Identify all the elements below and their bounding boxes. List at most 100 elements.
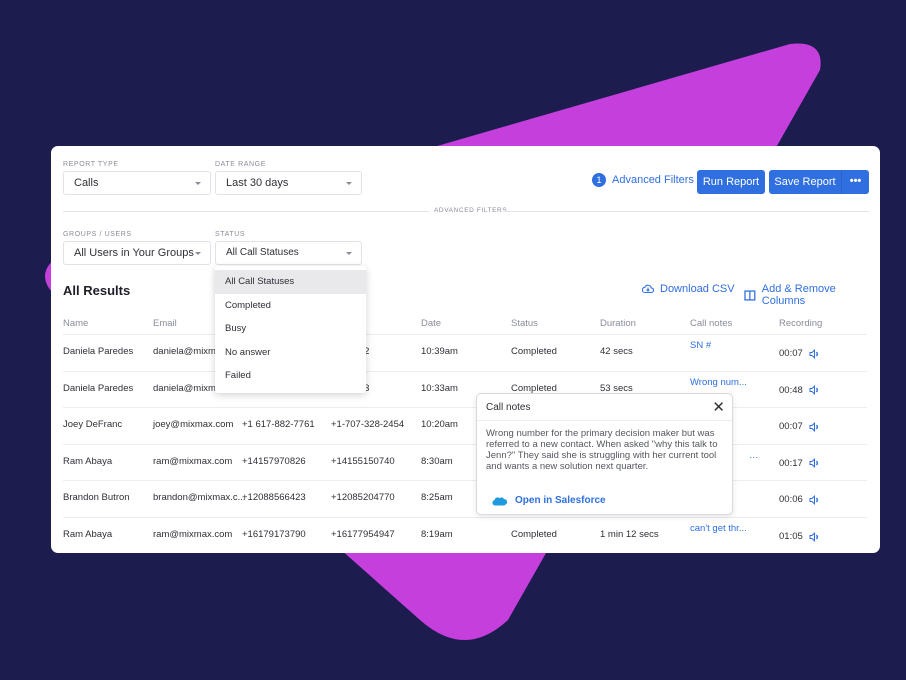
advanced-filters-toggle[interactable]: 1 Advanced Filters <box>592 173 694 187</box>
cell-from-number: +12088566423 <box>242 492 306 504</box>
status-label: STATUS <box>215 231 246 238</box>
call-notes-popup-title: Call notes <box>486 402 531 413</box>
recording-duration: 00:48 <box>779 384 803 396</box>
recording-duration: 00:07 <box>779 421 803 433</box>
column-header-duration[interactable]: Duration <box>600 318 636 329</box>
cell-name: Ram Abaya <box>63 455 113 467</box>
cell-duration: 1 min 12 secs <box>600 529 659 540</box>
cell-status: Completed <box>511 529 557 540</box>
cell-email: ram@mixmax.com <box>153 529 233 540</box>
cell-date: 10:39am <box>421 346 458 357</box>
cell-to-number: +16177954947 <box>331 529 395 540</box>
status-option-completed[interactable]: Completed <box>215 294 366 318</box>
cell-call-notes[interactable]: Wrong num... <box>690 377 747 388</box>
speaker-play-icon[interactable] <box>809 458 820 469</box>
download-csv-link[interactable]: Download CSV <box>642 283 735 295</box>
cell-email: ram@mixmax.com <box>153 455 233 467</box>
status-value: All Call Statuses <box>226 247 299 258</box>
report-type-value: Calls <box>74 177 99 189</box>
cell-date: 10:33am <box>421 382 458 394</box>
column-header-status[interactable]: Status <box>511 318 538 329</box>
advanced-filters-count-badge: 1 <box>592 173 606 187</box>
cell-status: Completed <box>511 346 557 357</box>
cell-recording: 00:48 <box>779 385 820 396</box>
recording-duration: 01:05 <box>779 531 803 542</box>
chevron-down-icon <box>195 252 201 255</box>
row-divider <box>63 334 867 335</box>
column-header-date[interactable]: Date <box>421 318 441 329</box>
call-notes-popup: Call notes ✕ Wrong number for the primar… <box>476 393 733 515</box>
speaker-play-icon[interactable] <box>809 531 820 542</box>
cell-call-notes[interactable]: SN # <box>690 340 711 351</box>
add-remove-columns-link[interactable]: Add & Remove Columns <box>744 283 880 307</box>
cell-recording: 00:07 <box>779 348 820 359</box>
speaker-play-icon[interactable] <box>809 421 820 432</box>
date-range-label: DATE RANGE <box>215 161 266 168</box>
divider-right <box>503 211 869 212</box>
row-divider <box>63 407 867 409</box>
date-range-select[interactable]: Last 30 days <box>215 171 362 195</box>
cell-name: Joey DeFranc <box>63 419 123 431</box>
advanced-filters-divider-label: ADVANCED FILTERS <box>434 207 508 214</box>
cell-to-number: +1-707-328-2454 <box>331 419 405 431</box>
recording-duration: 00:17 <box>779 457 803 469</box>
status-dropdown-menu: All Call Statuses Completed Busy No answ… <box>215 266 366 393</box>
groups-users-label: GROUPS / USERS <box>63 231 132 238</box>
column-header-call-notes[interactable]: Call notes <box>690 318 732 329</box>
status-select[interactable]: All Call Statuses <box>215 241 362 265</box>
cloud-download-icon <box>642 284 654 294</box>
cell-call-notes[interactable]: can't get thr... <box>690 523 747 534</box>
cell-recording: 00:06 <box>779 494 820 505</box>
cell-email: brandon@mixmax.c... <box>153 492 246 504</box>
open-in-salesforce-link[interactable]: Open in Salesforce <box>492 495 606 506</box>
cell-date: 8:19am <box>421 529 453 540</box>
cell-from-number: +14157970826 <box>242 455 306 467</box>
column-header-email[interactable]: Email <box>153 318 177 329</box>
advanced-filters-label: Advanced Filters <box>612 174 694 186</box>
add-remove-columns-label: Add & Remove Columns <box>761 283 836 307</box>
salesforce-cloud-icon <box>492 496 508 506</box>
run-report-button[interactable]: Run Report <box>697 170 765 194</box>
cell-duration: 42 secs <box>600 346 633 357</box>
groups-users-select[interactable]: All Users in Your Groups <box>63 241 211 265</box>
download-csv-label: Download CSV <box>660 283 735 295</box>
speaker-play-icon[interactable] <box>809 494 820 505</box>
divider-left <box>63 211 429 212</box>
cell-from-number: +1 617-882-7761 <box>242 419 315 431</box>
report-type-select[interactable]: Calls <box>63 171 211 195</box>
status-option-all[interactable]: All Call Statuses <box>215 270 366 294</box>
cell-duration: 53 secs <box>600 382 633 394</box>
cell-to-number: +12085204770 <box>331 492 395 504</box>
row-divider <box>63 517 867 518</box>
speaker-play-icon[interactable] <box>809 385 820 396</box>
status-option-no-answer[interactable]: No answer <box>215 341 366 365</box>
cell-date: 8:25am <box>421 492 453 504</box>
cell-to-number: +14155150740 <box>331 455 395 467</box>
cell-name: Daniela Paredes <box>63 382 134 394</box>
row-divider <box>63 370 867 372</box>
row-divider <box>63 443 867 445</box>
cell-call-notes[interactable]: … <box>749 450 759 461</box>
speaker-play-icon[interactable] <box>809 348 820 359</box>
cell-email: joey@mixmax.com <box>153 419 234 431</box>
cell-recording: 00:07 <box>779 421 820 432</box>
status-option-busy[interactable]: Busy <box>215 317 366 341</box>
results-title: All Results <box>63 283 131 298</box>
status-option-failed[interactable]: Failed <box>215 364 366 388</box>
cell-from-number: +16179173790 <box>242 529 306 540</box>
cell-recording: 00:17 <box>779 458 820 469</box>
open-in-salesforce-label: Open in Salesforce <box>515 495 606 506</box>
chevron-down-icon <box>195 182 201 185</box>
cell-name: Daniela Paredes <box>63 346 134 357</box>
date-range-value: Last 30 days <box>226 177 289 189</box>
recording-duration: 00:06 <box>779 494 803 506</box>
column-header-name[interactable]: Name <box>63 318 88 329</box>
save-report-button[interactable]: Save Report <box>769 170 841 194</box>
recording-duration: 00:07 <box>779 348 803 359</box>
more-options-button[interactable]: ••• <box>841 170 869 194</box>
chevron-down-icon <box>346 182 352 185</box>
close-icon[interactable]: ✕ <box>712 394 725 421</box>
chevron-down-icon <box>346 252 352 255</box>
cell-name: Brandon Butron <box>63 492 130 504</box>
column-header-recording[interactable]: Recording <box>779 318 822 329</box>
